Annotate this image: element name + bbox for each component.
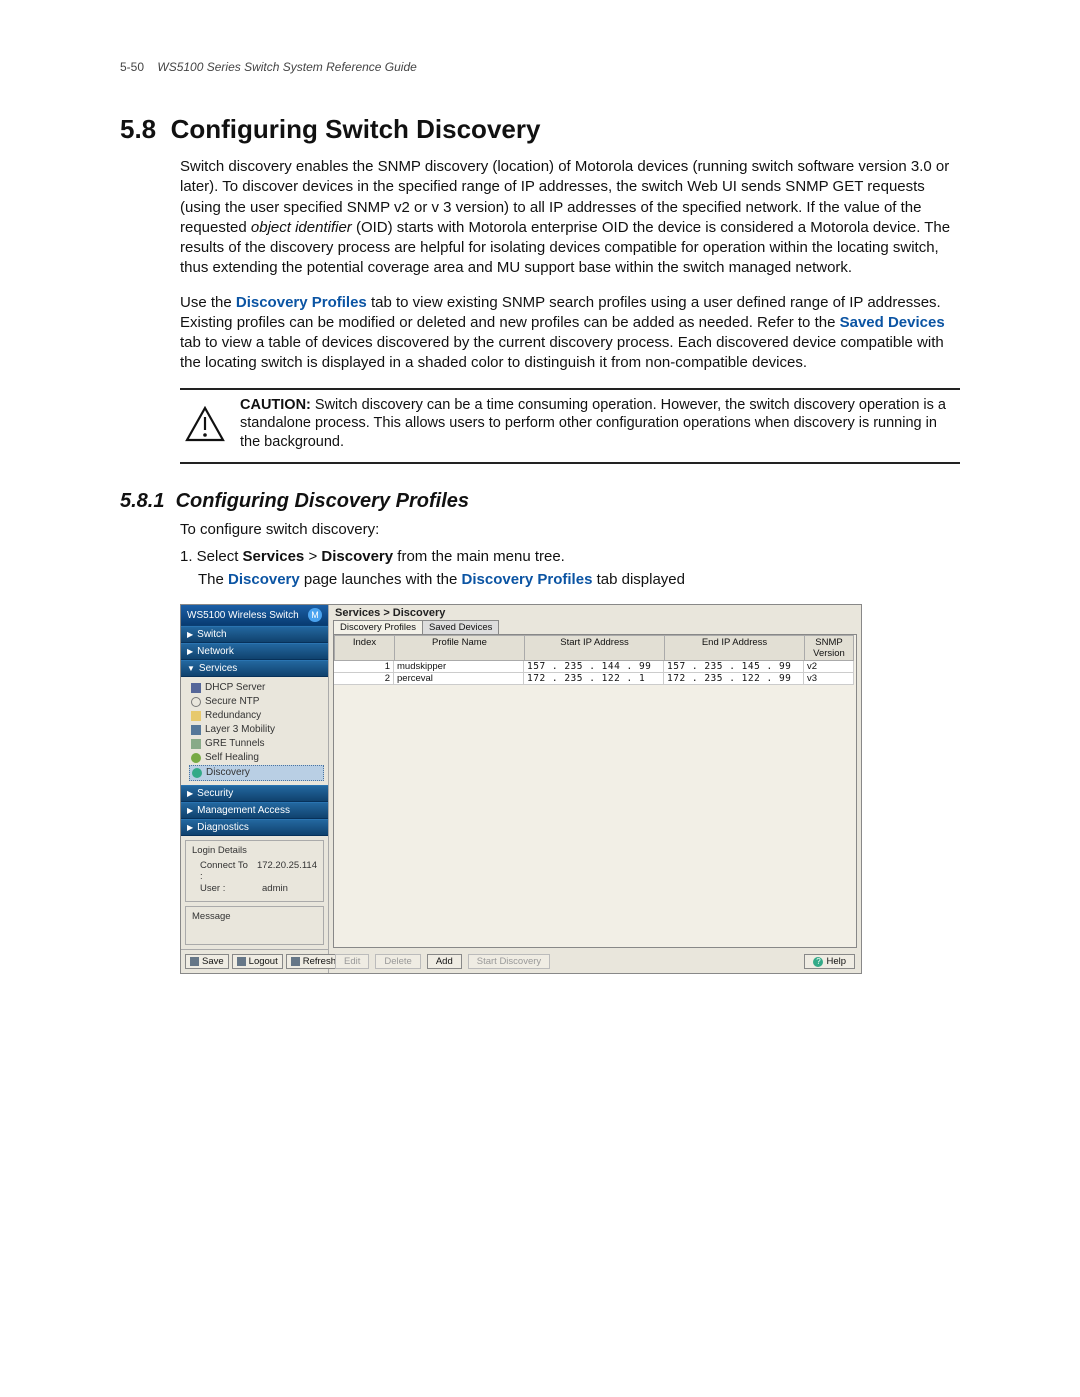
running-header: 5-50 WS5100 Series Switch System Referen… xyxy=(120,60,960,74)
product-title-bar: WS5100 Wireless Switch M xyxy=(181,605,328,626)
caution-icon xyxy=(180,396,230,453)
logout-button[interactable]: Logout xyxy=(232,954,283,969)
help-button[interactable]: ? Help xyxy=(804,954,855,969)
user-value: admin xyxy=(262,883,288,894)
content-button-bar: Edit Delete Add Start Discovery ? Help xyxy=(329,950,861,973)
refresh-icon xyxy=(291,957,300,966)
save-icon xyxy=(190,957,199,966)
content-pane: Services > Discovery Discovery Profiles … xyxy=(329,605,861,973)
tree-item-dhcp-server[interactable]: DHCP Server xyxy=(189,681,324,695)
table-header-row: Index Profile Name Start IP Address End … xyxy=(334,635,856,661)
chevron-right-icon: ▶ xyxy=(187,630,193,639)
subsection-title: 5.8.1 Configuring Discovery Profiles xyxy=(120,490,960,513)
services-tree: DHCP Server Secure NTP Redundancy Layer … xyxy=(181,677,328,785)
sidebar-item-switch[interactable]: ▶Switch xyxy=(181,626,328,643)
globe-icon xyxy=(192,768,202,778)
network-icon xyxy=(191,725,201,735)
sidebar-item-management-access[interactable]: ▶Management Access xyxy=(181,802,328,819)
discovery-profiles-ref: Discovery Profiles xyxy=(236,294,367,311)
step-1: 1. Select Services > Discovery from the … xyxy=(180,548,960,565)
table-row[interactable]: 2 perceval 172 . 235 . 122 . 1 172 . 235… xyxy=(334,673,856,685)
step-1-sub: The Discovery page launches with the Dis… xyxy=(198,571,960,588)
sidebar-item-security[interactable]: ▶Security xyxy=(181,785,328,802)
sidebar-item-services[interactable]: ▼Services xyxy=(181,660,328,677)
col-index[interactable]: Index xyxy=(334,635,394,661)
sidebar-item-diagnostics[interactable]: ▶Diagnostics xyxy=(181,819,328,836)
saved-devices-ref: Saved Devices xyxy=(840,314,945,331)
tree-item-layer3-mobility[interactable]: Layer 3 Mobility xyxy=(189,723,324,737)
login-panel-title: Login Details xyxy=(192,845,317,856)
user-label: User : xyxy=(200,883,256,894)
col-snmp-version[interactable]: SNMP Version xyxy=(804,635,854,661)
edit-button[interactable]: Edit xyxy=(335,954,369,969)
procedure-intro: To configure switch discovery: xyxy=(180,521,960,538)
folder-icon xyxy=(191,711,201,721)
tab-discovery-profiles[interactable]: Discovery Profiles xyxy=(333,620,423,634)
col-profile-name[interactable]: Profile Name xyxy=(394,635,524,661)
chevron-right-icon: ▶ xyxy=(187,806,193,815)
heal-icon xyxy=(191,753,201,763)
caution-text: CAUTION: Switch discovery can be a time … xyxy=(230,396,960,453)
logout-icon xyxy=(237,957,246,966)
section-para-1: Switch discovery enables the SNMP discov… xyxy=(180,157,960,279)
sidebar: WS5100 Wireless Switch M ▶Switch ▶Networ… xyxy=(181,605,329,973)
tab-bar: Discovery Profiles Saved Devices xyxy=(329,620,861,634)
tree-item-discovery[interactable]: Discovery xyxy=(189,765,324,781)
oid-term: object identifier xyxy=(251,219,352,236)
sidebar-button-bar: Save Logout Refresh xyxy=(181,949,328,973)
app-screenshot: WS5100 Wireless Switch M ▶Switch ▶Networ… xyxy=(180,604,862,974)
tab-saved-devices[interactable]: Saved Devices xyxy=(422,620,499,634)
sidebar-item-network[interactable]: ▶Network xyxy=(181,643,328,660)
help-icon: ? xyxy=(813,957,823,967)
tree-item-gre-tunnels[interactable]: GRE Tunnels xyxy=(189,737,324,751)
table-body: 1 mudskipper 157 . 235 . 144 . 99 157 . … xyxy=(334,661,856,947)
connect-to-label: Connect To : xyxy=(200,860,251,882)
tunnel-icon xyxy=(191,739,201,749)
delete-button[interactable]: Delete xyxy=(375,954,420,969)
server-icon xyxy=(191,683,201,693)
tree-item-self-healing[interactable]: Self Healing xyxy=(189,751,324,765)
chevron-right-icon: ▶ xyxy=(187,789,193,798)
section-para-2: Use the Discovery Profiles tab to view e… xyxy=(180,293,960,374)
page-number: 5-50 xyxy=(120,60,144,74)
table-row[interactable]: 1 mudskipper 157 . 235 . 144 . 99 157 . … xyxy=(334,661,856,673)
col-start-ip[interactable]: Start IP Address xyxy=(524,635,664,661)
col-end-ip[interactable]: End IP Address xyxy=(664,635,804,661)
brand-logo-icon: M xyxy=(308,608,322,622)
tab-body: Index Profile Name Start IP Address End … xyxy=(333,634,857,948)
chevron-down-icon: ▼ xyxy=(187,664,195,673)
login-details-panel: Login Details Connect To :172.20.25.114 … xyxy=(185,840,324,902)
chevron-right-icon: ▶ xyxy=(187,647,193,656)
connect-to-value: 172.20.25.114 xyxy=(257,860,317,882)
section-title: 5.8 Configuring Switch Discovery xyxy=(120,114,960,145)
doc-title: WS5100 Series Switch System Reference Gu… xyxy=(157,60,416,74)
breadcrumb: Services > Discovery xyxy=(329,605,861,619)
message-panel-title: Message xyxy=(192,911,317,922)
add-button[interactable]: Add xyxy=(427,954,462,969)
chevron-right-icon: ▶ xyxy=(187,823,193,832)
tree-item-secure-ntp[interactable]: Secure NTP xyxy=(189,695,324,709)
start-discovery-button[interactable]: Start Discovery xyxy=(468,954,550,969)
message-panel: Message xyxy=(185,906,324,945)
product-name: WS5100 Wireless Switch xyxy=(187,610,299,621)
clock-icon xyxy=(191,697,201,707)
caution-box: CAUTION: Switch discovery can be a time … xyxy=(180,388,960,465)
tree-item-redundancy[interactable]: Redundancy xyxy=(189,709,324,723)
save-button[interactable]: Save xyxy=(185,954,229,969)
